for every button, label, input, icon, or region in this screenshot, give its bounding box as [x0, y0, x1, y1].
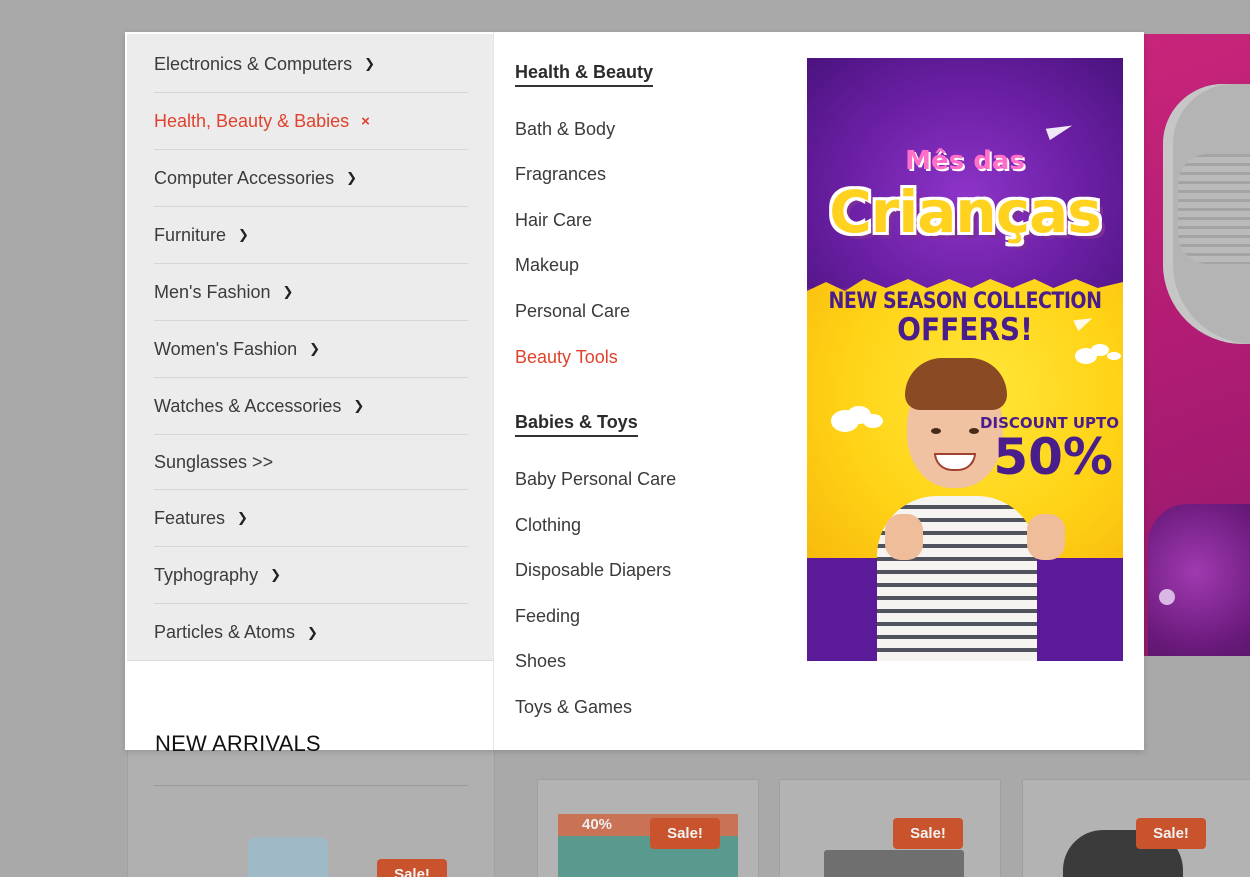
submenu-link-highlighted[interactable]: Beauty Tools — [515, 347, 618, 368]
product-thumb-shirt[interactable] — [248, 837, 328, 877]
hero-banner[interactable] — [1143, 34, 1250, 656]
category-label: Women's Fashion — [154, 338, 298, 359]
category-item-watches-accessories[interactable]: Watches & Accessories ❯ — [154, 378, 468, 435]
product-card[interactable]: Sale! — [1022, 779, 1250, 877]
category-label: Men's Fashion — [154, 281, 271, 302]
category-label: Features — [154, 507, 226, 528]
category-label: Furniture — [154, 224, 227, 245]
submenu-link[interactable]: Shoes — [515, 651, 566, 672]
submenu-heading-babies-toys[interactable]: Babies & Toys — [515, 412, 638, 437]
product-card[interactable]: Sale! — [779, 779, 1001, 877]
chevron-right-icon: ❯ — [237, 510, 248, 525]
category-label: Electronics & Computers — [154, 53, 353, 74]
chevron-right-icon: ❯ — [282, 284, 294, 299]
sale-badge: Sale! — [650, 818, 720, 849]
sale-badge: Sale! — [893, 818, 963, 849]
submenu-link[interactable]: Bath & Body — [515, 119, 615, 140]
chevron-right-icon: ❯ — [307, 624, 318, 640]
promo-child-hair — [905, 358, 1007, 410]
chevron-right-icon: ❯ — [346, 170, 357, 185]
submenu-link[interactable]: Clothing — [515, 515, 581, 536]
category-label: Sunglasses >> — [154, 451, 274, 472]
cloud-icon — [1075, 348, 1097, 364]
promo-discount-value: 50% — [993, 428, 1113, 486]
chevron-right-icon: ❯ — [238, 227, 249, 242]
promo-child-eye — [969, 428, 979, 434]
category-label: Particles & Atoms — [154, 622, 296, 642]
chevron-right-icon: ❯ — [353, 398, 365, 413]
promo-subheadline: OFFERS! — [897, 311, 1033, 348]
category-item-features[interactable]: Features ❯ — [154, 490, 468, 547]
submenu-panel: Health & Beauty Bath & Body Fragrances H… — [493, 32, 1144, 750]
product-card[interactable]: 40% Sale! — [537, 779, 759, 877]
chevron-right-icon: ❯ — [309, 341, 321, 356]
cloud-icon — [831, 410, 859, 432]
category-list: Electronics & Computers ❯ Health, Beauty… — [127, 34, 494, 661]
promo-logo-small: Mês das — [905, 146, 1025, 176]
promo-child-eye — [931, 428, 941, 434]
hero-product-image — [1148, 504, 1250, 656]
category-label: Computer Accessories — [154, 167, 335, 188]
category-label: Typhography — [154, 564, 259, 585]
promo-child-fist — [1027, 514, 1065, 560]
submenu-link[interactable]: Baby Personal Care — [515, 469, 676, 490]
chevron-right-icon: ❯ — [364, 56, 375, 71]
category-item-health-beauty-babies[interactable]: Health, Beauty & Babies × — [154, 93, 468, 150]
promo-headline: NEW SEASON COLLECTION — [828, 288, 1103, 314]
new-arrivals-divider — [154, 785, 468, 786]
submenu-link[interactable]: Toys & Games — [515, 697, 632, 718]
chevron-right-icon: ❯ — [270, 567, 281, 582]
submenu-link[interactable]: Hair Care — [515, 210, 592, 231]
submenu-link[interactable]: Personal Care — [515, 301, 630, 322]
submenu-heading-health-beauty[interactable]: Health & Beauty — [515, 62, 654, 87]
category-item-computer-accessories[interactable]: Computer Accessories ❯ — [154, 150, 468, 207]
category-label: Watches & Accessories — [154, 395, 342, 416]
new-arrivals-title: NEW ARRIVALS — [155, 731, 321, 756]
submenu-link[interactable]: Makeup — [515, 255, 579, 276]
category-label: Health, Beauty & Babies — [154, 110, 350, 131]
sale-badge: Sale! — [377, 859, 447, 877]
hero-slider-dot[interactable] — [1159, 589, 1175, 605]
category-item-mens-fashion[interactable]: Men's Fashion ❯ — [154, 264, 468, 321]
promo-logo: Crianças — [829, 178, 1102, 246]
promo-child-fist — [885, 514, 923, 560]
sale-badge: Sale! — [1136, 818, 1206, 849]
close-icon[interactable]: × — [361, 113, 370, 130]
category-item-electronics[interactable]: Electronics & Computers ❯ — [154, 36, 468, 93]
product-image-sofa — [824, 850, 964, 877]
hero-shoe-laces — [1178, 154, 1250, 264]
category-item-furniture[interactable]: Furniture ❯ — [154, 207, 468, 264]
mega-menu: Electronics & Computers ❯ Health, Beauty… — [125, 32, 1144, 750]
category-item-particles-atoms[interactable]: Particles & Atoms ❯ — [154, 604, 468, 661]
submenu-link[interactable]: Feeding — [515, 606, 580, 627]
category-item-sunglasses[interactable]: Sunglasses >> — [154, 435, 468, 490]
promo-banner[interactable]: Mês das Crianças NEW SEASON COLLECTION O… — [807, 58, 1123, 661]
submenu-link[interactable]: Fragrances — [515, 164, 606, 185]
category-item-womens-fashion[interactable]: Women's Fashion ❯ — [154, 321, 468, 378]
category-item-typhography[interactable]: Typhography ❯ — [154, 547, 468, 604]
submenu-link[interactable]: Disposable Diapers — [515, 560, 671, 581]
